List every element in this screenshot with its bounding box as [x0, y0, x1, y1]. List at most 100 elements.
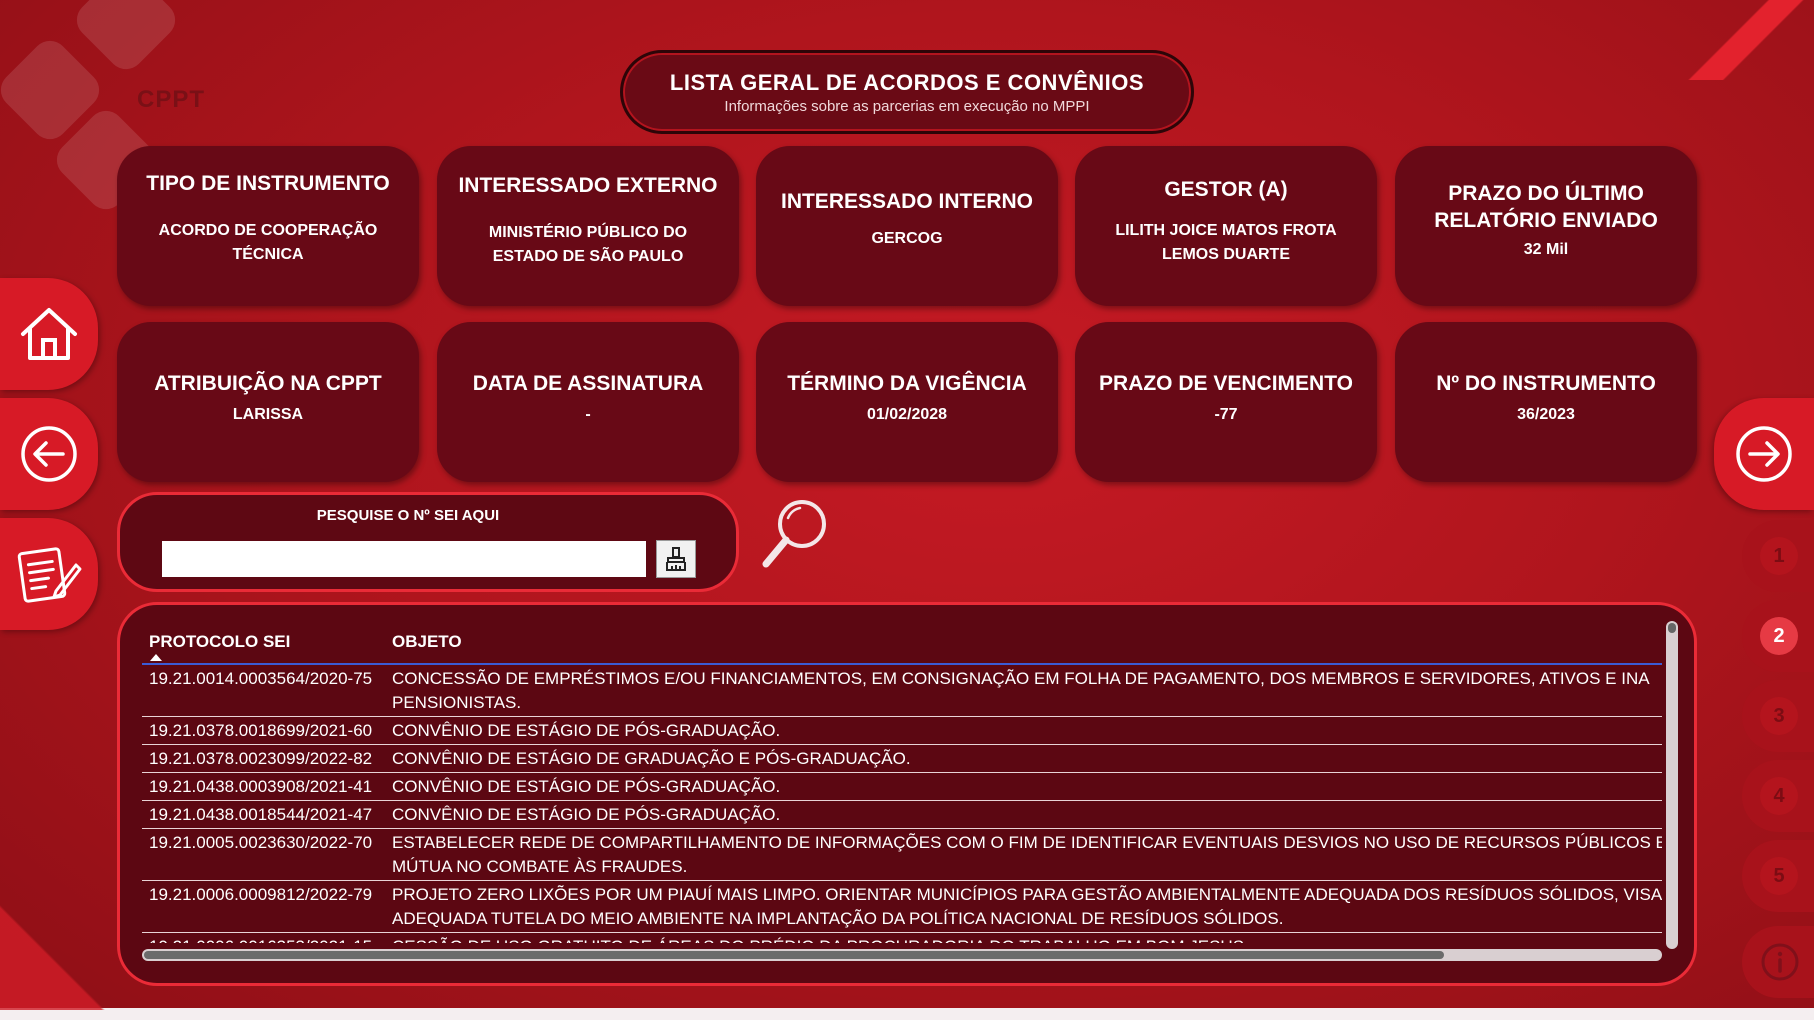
cell-objeto: ESTABELECER REDE DE COMPARTILHAMENTO DE …: [392, 831, 1662, 879]
bottom-strip: [0, 1008, 1814, 1020]
card-value: 01/02/2028: [866, 406, 948, 423]
cell-protocolo: 19.21.0005.0023630/2022-70: [149, 833, 373, 852]
table-row[interactable]: 19.21.0438.0003908/2021-41 CONVÊNIO DE E…: [142, 773, 1662, 801]
card-prazo-relatorio: PRAZO DO ÚLTIMO RELATÓRIO ENVIADO 32 Mil: [1395, 146, 1697, 306]
search-label: PESQUISE O Nº SEI AQUI: [316, 507, 500, 524]
search-icon[interactable]: [760, 496, 832, 572]
page-button-1[interactable]: 1: [1742, 520, 1814, 592]
scrollbar-thumb[interactable]: [1668, 623, 1676, 633]
arrow-left-icon: [21, 426, 77, 482]
cell-protocolo: 19.21.0006.0009812/2022-79: [149, 885, 373, 904]
page-button-5[interactable]: 5: [1742, 840, 1814, 912]
card-interessado-externo: INTERESSADO EXTERNO MINISTÉRIO PÚBLICO D…: [437, 146, 739, 306]
card-label: DATA DE ASSINATURA: [472, 372, 704, 395]
card-value: ACORDO DE COOPERAÇÃO TÉCNICA: [158, 222, 378, 263]
cell-objeto: CONCESSÃO DE EMPRÉSTIMOS E/OU FINANCIAME…: [392, 667, 1662, 715]
arrow-right-icon: [1736, 426, 1792, 482]
card-value: 32 Mil: [1523, 241, 1569, 258]
back-button[interactable]: [0, 398, 98, 510]
card-value: -: [585, 406, 591, 423]
card-label: PRAZO DO ÚLTIMO RELATÓRIO ENVIADO: [1434, 182, 1658, 232]
card-label: TIPO DE INSTRUMENTO: [146, 172, 390, 195]
table-row[interactable]: 19.21.0438.0018544/2021-47 CONVÊNIO DE E…: [142, 801, 1662, 829]
card-value: LILITH JOICE MATOS FROTA LEMOS DUARTE: [1115, 222, 1337, 263]
search-panel: PESQUISE O Nº SEI AQUI: [117, 492, 739, 592]
card-value: 36/2023: [1517, 406, 1575, 423]
card-label: Nº DO INSTRUMENTO: [1436, 372, 1656, 395]
card-tipo-instrumento: TIPO DE INSTRUMENTO ACORDO DE COOPERAÇÃO…: [117, 146, 419, 306]
card-interessado-interno: INTERESSADO INTERNO GERCOG: [756, 146, 1058, 306]
instruments-table: PROTOCOLO SEI OBJETO 19.21.0014.0003564/…: [117, 602, 1697, 986]
info-button[interactable]: [1742, 926, 1814, 998]
card-label: INTERESSADO EXTERNO: [458, 174, 718, 197]
card-atribuicao: ATRIBUIÇÃO NA CPPT LARISSA: [117, 322, 419, 482]
page-button-2[interactable]: 2: [1742, 600, 1814, 672]
home-button[interactable]: [0, 278, 98, 390]
card-numero-instrumento: Nº DO INSTRUMENTO 36/2023: [1395, 322, 1697, 482]
page-number: 5: [1760, 857, 1798, 895]
table-row[interactable]: 19.21.0006.0016353/2021-15 CESSÃO DE USO…: [142, 933, 1662, 943]
card-data-assinatura: DATA DE ASSINATURA -: [437, 322, 739, 482]
card-value: -77: [1214, 406, 1238, 423]
cell-protocolo: 19.21.0438.0003908/2021-41: [149, 777, 373, 796]
clear-filter-button[interactable]: [656, 540, 696, 578]
cell-protocolo: 19.21.0378.0023099/2022-82: [149, 749, 373, 768]
info-icon: [1761, 943, 1799, 981]
table-row[interactable]: 19.21.0378.0023099/2022-82 CONVÊNIO DE E…: [142, 745, 1662, 773]
page-title: LISTA GERAL DE ACORDOS E CONVÊNIOS: [669, 69, 1145, 95]
logo-tile: [69, 0, 183, 77]
card-label: GESTOR (A): [1164, 178, 1288, 201]
next-button[interactable]: [1714, 398, 1814, 510]
table-row[interactable]: 19.21.0005.0023630/2022-70 ESTABELECER R…: [142, 829, 1662, 881]
cell-protocolo: 19.21.0378.0018699/2021-60: [149, 721, 373, 740]
card-termino-vigencia: TÉRMINO DA VIGÊNCIA 01/02/2028: [756, 322, 1058, 482]
column-header-objeto[interactable]: OBJETO: [392, 632, 1662, 652]
cell-objeto-line: PENSIONISTAS.: [392, 693, 522, 712]
card-label: ATRIBUIÇÃO NA CPPT: [154, 372, 382, 395]
cell-protocolo: 19.21.0014.0003564/2020-75: [149, 669, 373, 688]
cell-objeto: CONVÊNIO DE ESTÁGIO DE GRADUAÇÃO E PÓS-G…: [392, 749, 911, 768]
vertical-scrollbar[interactable]: [1666, 621, 1678, 949]
page-number: 4: [1760, 777, 1798, 815]
cell-objeto: PROJETO ZERO LIXÕES POR UM PIAUÍ MAIS LI…: [392, 883, 1662, 931]
document-icon: [17, 547, 82, 603]
cell-objeto: CONVÊNIO DE ESTÁGIO DE PÓS-GRADUAÇÃO.: [392, 721, 781, 740]
horizontal-scrollbar[interactable]: [142, 949, 1662, 961]
page-number: 2: [1760, 617, 1798, 655]
scrollbar-thumb[interactable]: [144, 951, 1444, 959]
card-gestor: GESTOR (A) LILITH JOICE MATOS FROTA LEMO…: [1075, 146, 1377, 306]
card-value: GERCOG: [871, 230, 943, 247]
cppt-logo-text: CPPT: [137, 86, 206, 113]
card-value: LARISSA: [232, 406, 304, 423]
page-subtitle: Informações sobre as parcerias em execuç…: [724, 97, 1090, 115]
cell-objeto-line: ESTABELECER REDE DE COMPARTILHAMENTO DE …: [392, 833, 1662, 852]
cell-objeto: CESSÃO DE USO GRATUITO DE ÁREAS DO PRÉDI…: [392, 935, 1662, 943]
table-header: PROTOCOLO SEI OBJETO: [142, 621, 1662, 665]
cell-objeto: CONVÊNIO DE ESTÁGIO DE PÓS-GRADUAÇÃO.: [392, 805, 781, 824]
table-row[interactable]: 19.21.0006.0009812/2022-79 PROJETO ZERO …: [142, 881, 1662, 933]
card-label: INTERESSADO INTERNO: [780, 190, 1034, 213]
table-row[interactable]: 19.21.0014.0003564/2020-75 CONCESSÃO DE …: [142, 665, 1662, 717]
eraser-icon: [666, 547, 686, 571]
card-value: MINISTÉRIO PÚBLICO DO ESTADO DE SÃO PAUL…: [488, 224, 688, 265]
column-header-label: OBJETO: [392, 632, 462, 651]
sort-asc-icon: [150, 654, 162, 661]
column-header-protocolo[interactable]: PROTOCOLO SEI: [142, 632, 392, 661]
home-icon: [21, 308, 77, 360]
sei-search-input[interactable]: [162, 541, 646, 577]
page-button-3[interactable]: 3: [1742, 680, 1814, 752]
table-body: PROTOCOLO SEI OBJETO 19.21.0014.0003564/…: [142, 621, 1662, 943]
card-label: TÉRMINO DA VIGÊNCIA: [787, 372, 1027, 395]
cell-objeto-line: ADEQUADA TUTELA DO MEIO AMBIENTE NA IMPL…: [392, 909, 1284, 928]
corner-decoration: [1664, 0, 1814, 80]
report-button[interactable]: [0, 518, 98, 630]
cell-protocolo: 19.21.0006.0016353/2021-15: [142, 935, 392, 943]
page-header: LISTA GERAL DE ACORDOS E CONVÊNIOS Infor…: [620, 50, 1194, 134]
table-row[interactable]: 19.21.0378.0018699/2021-60 CONVÊNIO DE E…: [142, 717, 1662, 745]
cell-protocolo: 19.21.0438.0018544/2021-47: [149, 805, 373, 824]
page-button-4[interactable]: 4: [1742, 760, 1814, 832]
card-label: PRAZO DE VENCIMENTO: [1099, 372, 1353, 395]
card-prazo-vencimento: PRAZO DE VENCIMENTO -77: [1075, 322, 1377, 482]
cell-objeto-line: MÚTUA NO COMBATE ÀS FRAUDES.: [392, 857, 688, 876]
page-number: 1: [1760, 537, 1798, 575]
